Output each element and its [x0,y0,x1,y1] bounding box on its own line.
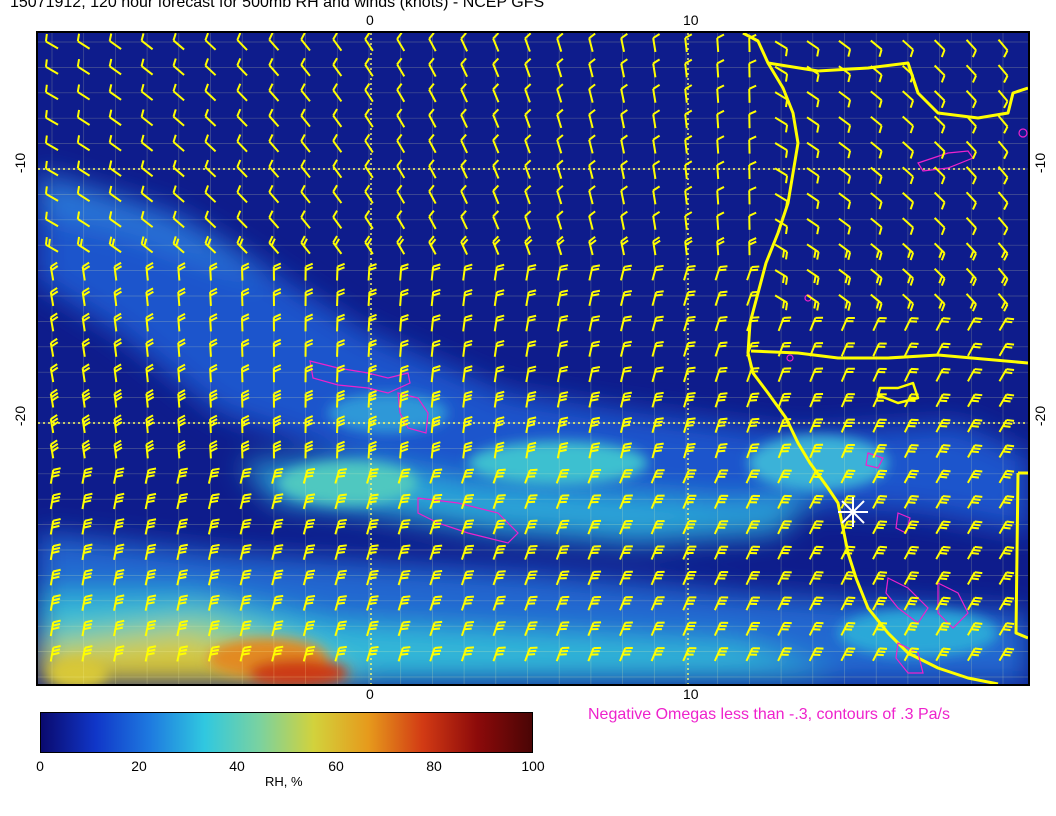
lat-label-right-20: -20 [1032,405,1049,427]
colorbar-tick-0: 0 [36,758,44,774]
rh-colorbar [40,712,533,753]
lon-label-top-0: 0 [366,12,374,28]
lon-label-bottom-0: 0 [366,686,374,702]
map-panel [36,31,1030,686]
rh-wind-map [38,33,1028,684]
lon-label-top-10: 10 [683,12,699,28]
map-title: 15071912, 120 hour forecast for 500mb RH… [10,0,545,11]
colorbar-tick-20: 20 [131,758,147,774]
colorbar-tick-60: 60 [328,758,344,774]
colorbar-tick-100: 100 [521,758,545,774]
colorbar-label: RH, % [265,774,303,789]
lat-label-left-10: -10 [12,152,29,174]
lon-label-bottom-10: 10 [683,686,699,702]
lat-label-right-10: -10 [1032,152,1049,174]
omega-legend-note: Negative Omegas less than -.3, contours … [588,706,950,723]
colorbar-tick-40: 40 [229,758,245,774]
colorbar-tick-80: 80 [426,758,442,774]
star-marker-icon [838,497,868,527]
lat-label-left-20: -20 [12,405,29,427]
